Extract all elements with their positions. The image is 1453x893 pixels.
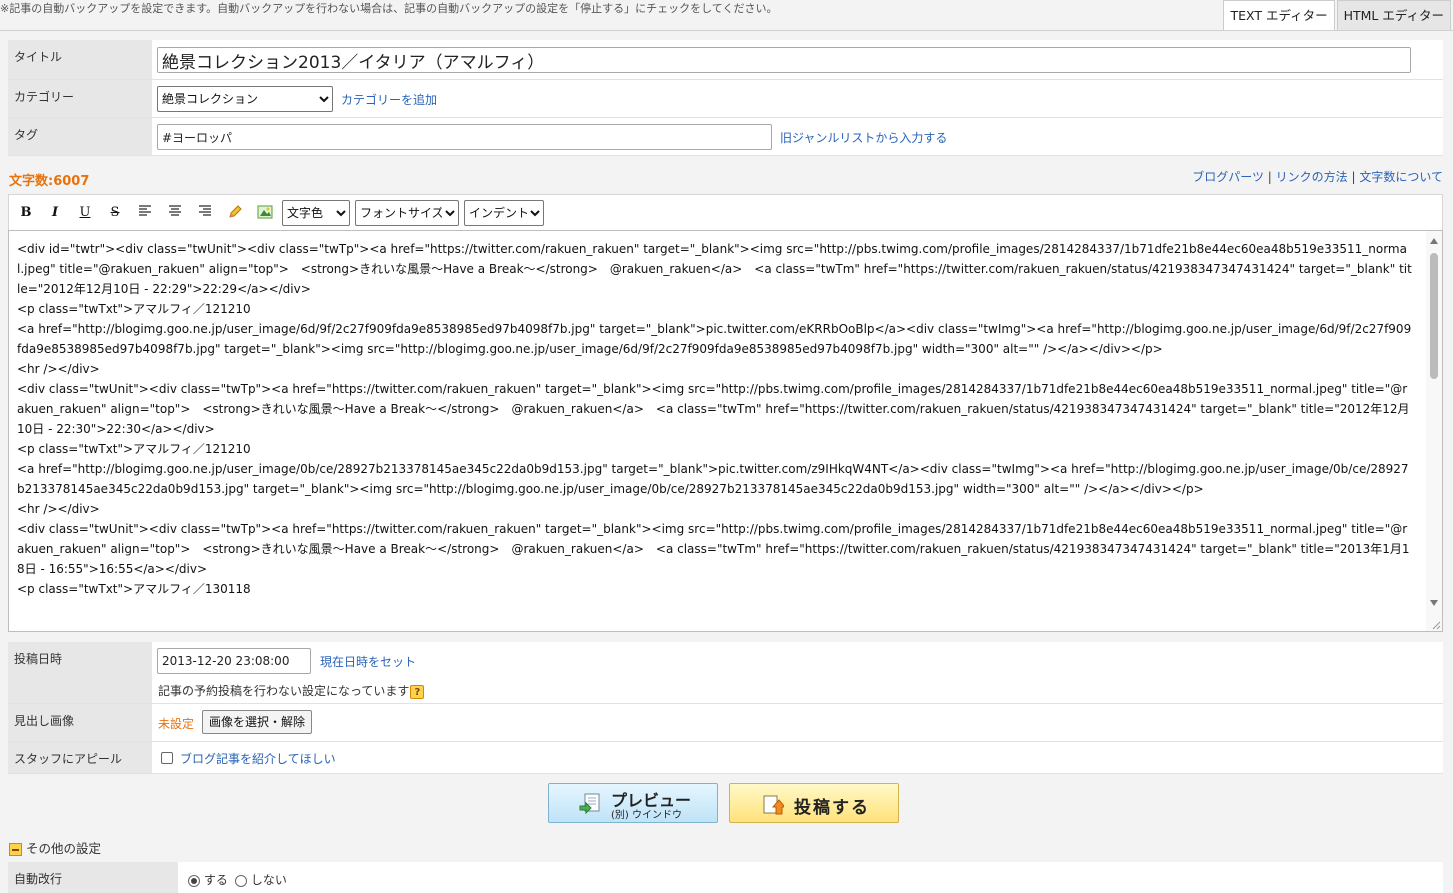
- image-icon[interactable]: [255, 204, 275, 222]
- schedule-note: 記事の予約投稿を行わない設定になっています?: [158, 682, 425, 699]
- editor-tabs: TEXT エディター HTML エディター: [1221, 0, 1451, 30]
- resize-handle-icon[interactable]: [1431, 620, 1441, 630]
- link-separator: |: [1347, 170, 1360, 184]
- align-center-icon[interactable]: [165, 204, 185, 222]
- body-editor[interactable]: <div id="twtr"><div class="twUnit"><div …: [8, 230, 1443, 632]
- title-label: タイトル: [8, 40, 152, 79]
- auto-break-no-radio[interactable]: [235, 874, 247, 887]
- collapse-icon[interactable]: [9, 843, 22, 856]
- auto-break-label: 自動改行: [8, 862, 178, 893]
- underline-button[interactable]: U: [75, 204, 95, 222]
- auto-break-yes-label: する: [203, 873, 228, 887]
- scroll-up-icon[interactable]: [1429, 237, 1439, 245]
- post-icon: [763, 795, 784, 815]
- auto-break-yes-radio[interactable]: [188, 874, 200, 887]
- select-image-button[interactable]: 画像を選択・解除: [202, 710, 313, 734]
- scroll-thumb[interactable]: [1430, 253, 1438, 379]
- editor-toolbar: B I U S 文字色 フォントサイズ インデント: [8, 194, 1443, 230]
- category-row: カテゴリー 絶景コレクション カテゴリーを追加: [8, 80, 1443, 118]
- indent-select[interactable]: インデント: [464, 200, 544, 226]
- category-select[interactable]: 絶景コレクション: [157, 86, 333, 112]
- help-icon[interactable]: ?: [410, 684, 425, 699]
- char-count: 文字数:6007: [9, 174, 90, 189]
- align-right-icon[interactable]: [195, 204, 215, 222]
- header-divider: [0, 30, 1453, 31]
- pencil-icon[interactable]: [225, 204, 245, 222]
- blog-parts-link[interactable]: ブログパーツ: [1192, 170, 1264, 184]
- heading-image-row: 見出し画像 未設定 画像を選択・解除: [8, 704, 1443, 742]
- tab-text-editor[interactable]: TEXT エディター: [1223, 0, 1335, 30]
- tag-input[interactable]: [157, 124, 772, 150]
- align-left-icon[interactable]: [135, 204, 155, 222]
- tag-row: タグ 旧ジャンルリストから入力する: [8, 118, 1443, 156]
- text-color-select[interactable]: 文字色: [282, 200, 350, 226]
- staff-appeal-row: スタッフにアピール ブログ記事を紹介してほしい: [8, 742, 1443, 774]
- strike-button[interactable]: S: [105, 204, 125, 222]
- tab-html-editor[interactable]: HTML エディター: [1336, 0, 1451, 30]
- auto-break-no-label: しない: [250, 873, 287, 887]
- category-label: カテゴリー: [8, 80, 152, 117]
- link-separator: |: [1263, 170, 1276, 184]
- post-date-row: 投稿日時 現在日時をセット 記事の予約投稿を行わない設定になっています?: [8, 642, 1443, 704]
- post-button[interactable]: 投稿する: [729, 783, 899, 823]
- auto-break-row: 自動改行 する しない: [8, 862, 1443, 893]
- body-editor-text[interactable]: <div id="twtr"><div class="twUnit"><div …: [17, 239, 1414, 599]
- other-settings-toggle[interactable]: その他の設定: [9, 838, 101, 857]
- staff-appeal-checkbox[interactable]: [161, 752, 173, 764]
- genre-list-link[interactable]: 旧ジャンルリストから入力する: [780, 129, 947, 146]
- auto-break-yes[interactable]: する: [188, 871, 228, 888]
- editor-scrollbar[interactable]: [1426, 231, 1442, 631]
- staff-appeal-label: スタッフにアピール: [8, 742, 152, 773]
- heading-image-label: 見出し画像: [8, 704, 152, 741]
- set-now-link[interactable]: 現在日時をセット: [320, 653, 416, 670]
- font-size-select[interactable]: フォントサイズ: [355, 200, 459, 226]
- preview-button[interactable]: プレビュー (別) ウインドウ: [548, 783, 718, 823]
- about-char-count-link[interactable]: 文字数について: [1359, 170, 1443, 184]
- preview-button-sublabel: (別) ウインドウ: [611, 810, 682, 821]
- preview-icon: [579, 793, 600, 815]
- heading-image-status: 未設定: [158, 717, 195, 731]
- backup-notice: ※記事の自動バックアップを設定できます。自動バックアップを行わない場合は、記事の…: [0, 2, 778, 15]
- post-date-input[interactable]: [157, 648, 311, 674]
- title-input[interactable]: [157, 47, 1411, 73]
- bold-button[interactable]: B: [16, 204, 36, 222]
- other-settings-title: その他の設定: [25, 841, 101, 856]
- staff-appeal-link[interactable]: ブログ記事を紹介してほしい: [180, 750, 336, 767]
- title-row: タイトル: [8, 40, 1443, 80]
- post-date-label: 投稿日時: [8, 642, 152, 703]
- schedule-note-text: 記事の予約投稿を行わない設定になっています: [158, 684, 410, 698]
- add-category-link[interactable]: カテゴリーを追加: [341, 91, 437, 108]
- link-method-link[interactable]: リンクの方法: [1276, 170, 1348, 184]
- italic-button[interactable]: I: [45, 204, 65, 222]
- scroll-down-icon[interactable]: [1429, 599, 1439, 607]
- auto-break-no[interactable]: しない: [235, 871, 287, 888]
- editor-help-links: ブログパーツ | リンクの方法 | 文字数について: [1192, 168, 1443, 185]
- tag-label: タグ: [8, 118, 152, 155]
- post-button-label: 投稿する: [794, 798, 870, 818]
